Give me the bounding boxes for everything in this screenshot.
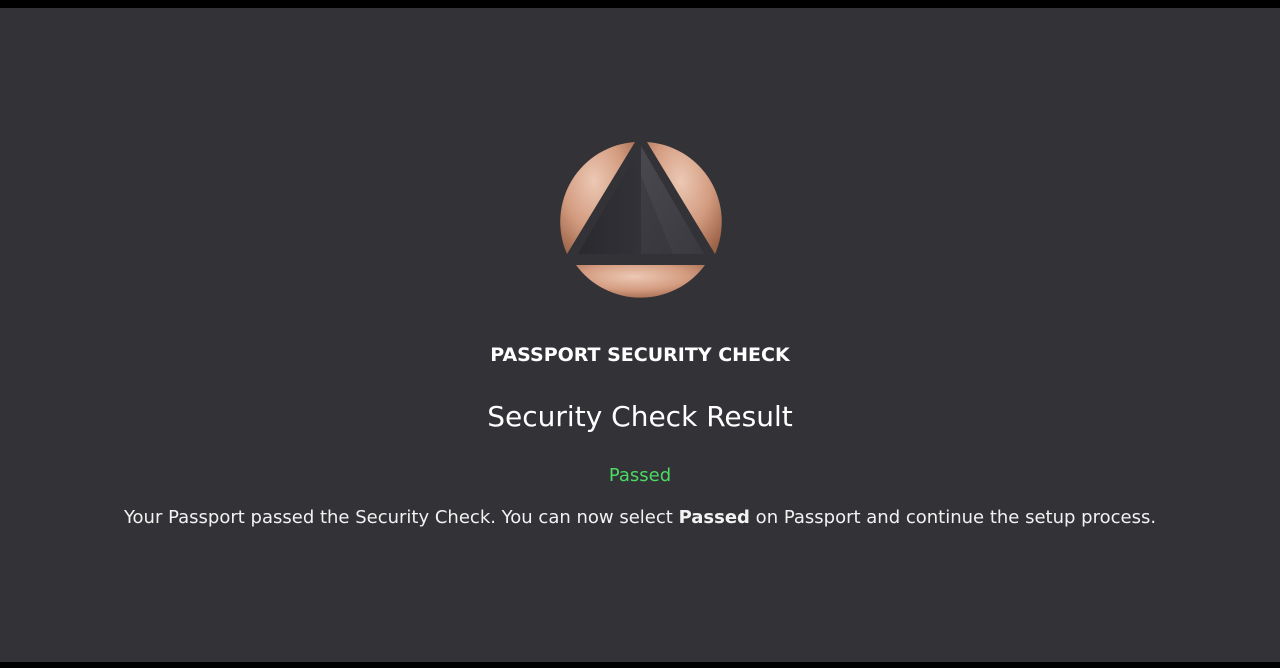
status-badge: Passed bbox=[608, 465, 672, 486]
result-message: Your Passport passed the Security Check.… bbox=[0, 507, 1280, 528]
app-name-heading: PASSPORT SECURITY CHECK bbox=[490, 344, 790, 366]
result-message-text-end: on Passport and continue the setup proce… bbox=[749, 507, 1157, 528]
security-check-page: PASSPORT SECURITY CHECK Security Check R… bbox=[0, 8, 1280, 662]
result-message-text: Your Passport passed the Security Check.… bbox=[123, 507, 679, 528]
result-message-bold: Passed bbox=[678, 507, 750, 528]
passport-logo-icon bbox=[560, 142, 722, 298]
result-title: Security Check Result bbox=[487, 400, 793, 433]
